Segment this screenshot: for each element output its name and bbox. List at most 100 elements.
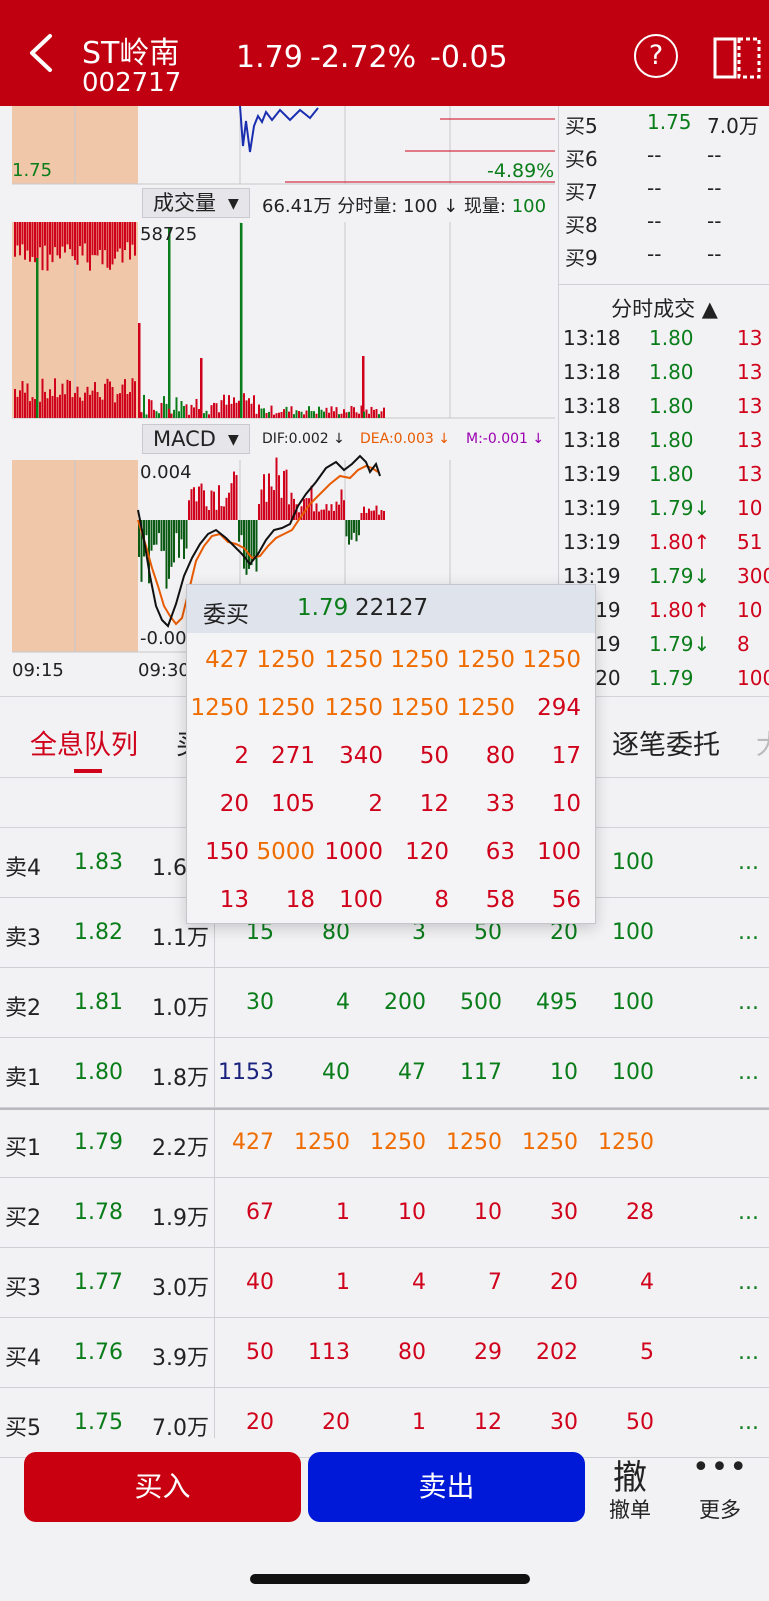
orderbook-row[interactable]: 买8 -- -- <box>559 205 769 238</box>
queue-row[interactable]: 卖2 1.81 1.0万 30 4 200 500 495 100... <box>0 968 769 1038</box>
popup-cell: 1250 <box>190 695 249 721</box>
popup-cell: 1250 <box>324 647 383 673</box>
trade-price: 1.80 <box>649 428 694 452</box>
queue-row[interactable]: 买2 1.78 1.9万 67 1 10 10 30 28... <box>0 1178 769 1248</box>
queue-cell: 28 <box>626 1200 654 1225</box>
queue-price: 1.75 <box>74 1410 123 1435</box>
queue-price: 1.81 <box>74 990 123 1015</box>
queue-cell: 47 <box>398 1060 426 1085</box>
tab-cut[interactable]: 大 <box>756 723 769 762</box>
queue-volume: 7.0万 <box>152 1416 209 1441</box>
trade-row: 13:18 1.80 13 <box>559 424 769 458</box>
macd-dif: DIF:0.002 ↓ <box>262 431 345 447</box>
popup-cell: 17 <box>551 743 581 769</box>
orderbook-row[interactable]: 买9 -- -- <box>559 238 769 271</box>
volume-indicator-select[interactable]: 成交量 ▼ <box>142 188 250 218</box>
queue-volume: 2.2万 <box>152 1136 209 1161</box>
split-screen-icon[interactable] <box>712 36 762 80</box>
queue-level-label: 卖2 <box>5 996 41 1021</box>
macd-dea: DEA:0.003 ↓ <box>360 431 450 447</box>
queue-cell: 1250 <box>446 1130 502 1155</box>
tab-active-indicator <box>74 769 102 773</box>
popup-cell: 33 <box>485 791 515 817</box>
queue-cell: 113 <box>308 1340 350 1365</box>
back-arrow-icon[interactable] <box>22 28 62 78</box>
queue-row[interactable]: 买1 1.79 2.2万 427 1250 1250 1250 1250 1250 <box>0 1108 769 1178</box>
trade-volume: 13 <box>737 462 763 486</box>
queue-detail-popup[interactable]: 委买 1.79 22127 427 1250 1250 1250 1250 1250 125… <box>186 584 596 924</box>
help-icon[interactable]: ? <box>634 34 678 78</box>
trade-price: 1.79↓ <box>649 564 711 588</box>
queue-row[interactable]: 买4 1.76 3.9万 50 113 80 29 202 5... <box>0 1318 769 1388</box>
trade-row: 13:19 1.80 13 <box>559 458 769 492</box>
popup-cell: 50 <box>419 743 449 769</box>
queue-more-icon[interactable]: ... <box>738 1060 759 1085</box>
popup-row: 13 18 100 8 58 56 <box>187 877 595 925</box>
time-open-label: 09:30 <box>138 660 190 681</box>
cancel-order-button[interactable]: 撤 撤单 <box>600 1450 660 1524</box>
queue-more-icon[interactable]: ... <box>738 920 759 945</box>
queue-more-icon[interactable]: ... <box>738 1340 759 1365</box>
orderbook-label: 买7 <box>565 180 598 204</box>
orderbook-price: -- <box>647 143 662 167</box>
trade-volume: 100 <box>737 666 769 690</box>
popup-cell: 120 <box>405 839 449 865</box>
queue-volume: 1.0万 <box>152 996 209 1021</box>
popup-cell: 1250 <box>456 695 515 721</box>
buy-button[interactable]: 买入 <box>24 1452 301 1522</box>
queue-row[interactable]: 买5 1.75 7.0万 20 20 1 12 30 50... <box>0 1388 769 1458</box>
home-indicator <box>250 1574 530 1584</box>
volume-max-label: 58725 <box>140 224 198 245</box>
popup-cell: 1000 <box>324 839 383 865</box>
queue-more-icon[interactable]: ... <box>738 990 759 1015</box>
orderbook-row[interactable]: 买5 1.75 7.0万 <box>559 106 769 139</box>
more-button[interactable]: ••• 更多 <box>690 1450 750 1524</box>
cancel-label: 撤单 <box>609 1498 651 1522</box>
tab-full-queue[interactable]: 全息队列 <box>30 723 138 762</box>
queue-volume: 3.9万 <box>152 1346 209 1371</box>
queue-cell: 117 <box>460 1060 502 1085</box>
queue-row[interactable]: 买3 1.77 3.0万 40 1 4 7 20 4... <box>0 1248 769 1318</box>
queue-cell: 30 <box>550 1200 578 1225</box>
orderbook-label: 买8 <box>565 213 598 237</box>
queue-cell: 4 <box>640 1270 654 1295</box>
popup-cell: 5000 <box>256 839 315 865</box>
popup-row: 2 271 340 50 80 17 <box>187 733 595 781</box>
queue-cell: 20 <box>550 1270 578 1295</box>
queue-cell: 7 <box>488 1270 502 1295</box>
queue-more-icon[interactable]: ... <box>738 1270 759 1295</box>
queue-price: 1.82 <box>74 920 123 945</box>
change-amount: -0.05 <box>430 40 508 75</box>
popup-cell: 8 <box>434 887 449 913</box>
queue-more-icon[interactable]: ... <box>738 850 759 875</box>
trade-time: 13:18 <box>563 326 621 350</box>
popup-cell: 1250 <box>390 695 449 721</box>
trade-volume: 300 <box>737 564 769 588</box>
trade-price: 1.80 <box>649 326 694 350</box>
macd-indicator-select[interactable]: MACD ▼ <box>142 424 250 454</box>
popup-cell: 80 <box>485 743 515 769</box>
trade-row: 13:18 1.80 13 <box>559 356 769 390</box>
queue-more-icon[interactable]: ... <box>738 1410 759 1435</box>
popup-cell: 12 <box>419 791 449 817</box>
queue-level-label: 买1 <box>5 1136 41 1161</box>
orderbook-volume: -- <box>707 143 722 167</box>
trade-volume: 51 <box>737 530 763 554</box>
queue-more-icon[interactable]: ... <box>738 1200 759 1225</box>
queue-row[interactable]: 卖1 1.80 1.8万 1153 40 47 117 10 100... <box>0 1038 769 1108</box>
bid-ask-divider <box>0 1108 769 1110</box>
popup-cell: 1250 <box>522 647 581 673</box>
volume-stats-text: 66.41万 分时量: 100 ↓ 现量: <box>262 196 512 217</box>
trade-time: 13:19 <box>563 496 621 520</box>
trade-price: 1.80↑ <box>649 530 711 554</box>
trades-header[interactable]: 分时成交 ▲ <box>559 284 769 321</box>
trade-time: 13:18 <box>563 428 621 452</box>
popup-cell: 427 <box>205 647 249 673</box>
orderbook-row[interactable]: 买6 -- -- <box>559 139 769 172</box>
tab-order-by-order[interactable]: 逐笔委托 <box>612 723 720 762</box>
queue-cell: 1250 <box>522 1130 578 1155</box>
queue-price: 1.77 <box>74 1270 123 1295</box>
popup-cell: 1250 <box>390 647 449 673</box>
orderbook-row[interactable]: 买7 -- -- <box>559 172 769 205</box>
sell-button[interactable]: 卖出 <box>308 1452 585 1522</box>
